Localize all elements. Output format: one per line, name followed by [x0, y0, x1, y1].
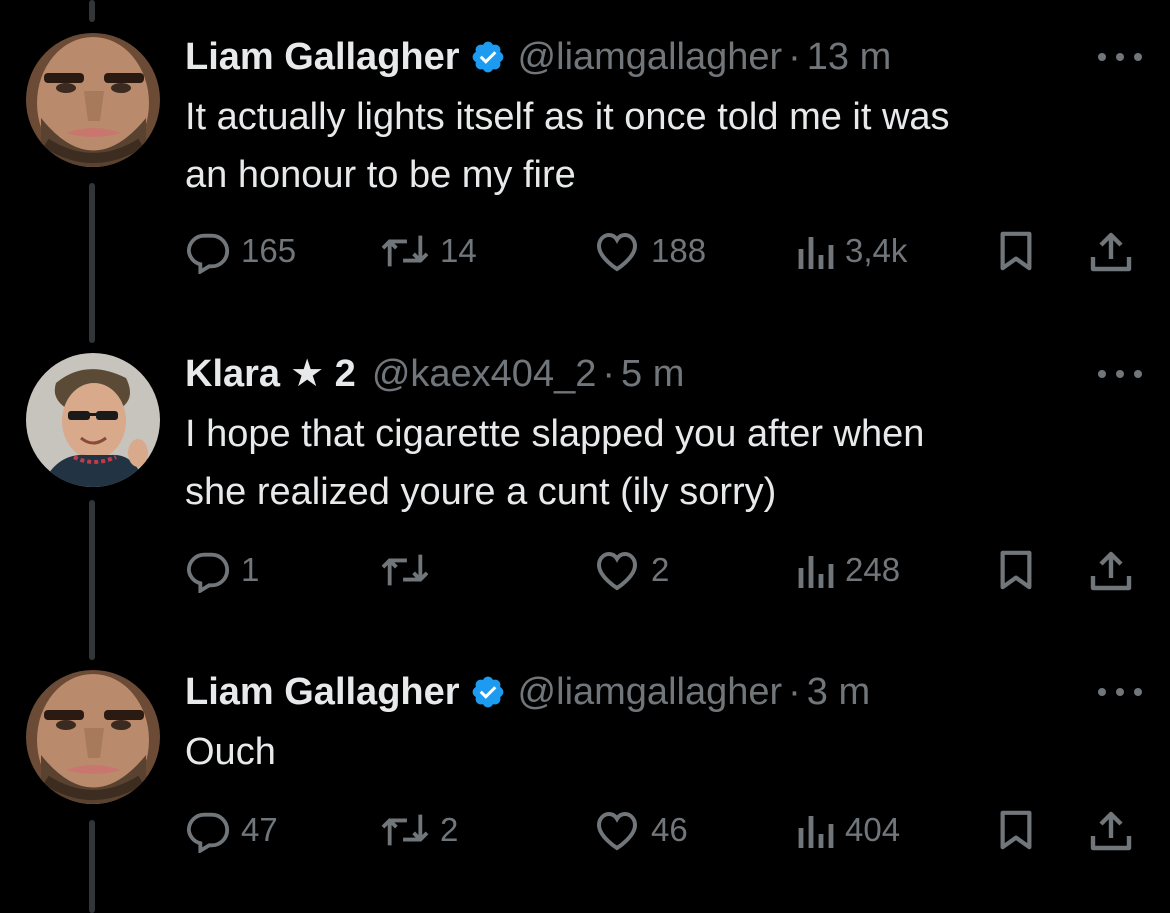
retweet-button[interactable] [380, 548, 440, 592]
timestamp[interactable]: 3 m [807, 670, 870, 714]
tweet-text: It actually lights itself as it once tol… [185, 88, 1135, 204]
more-icon[interactable] [1098, 47, 1142, 67]
tweet[interactable]: Liam Gallagher @liamgallagher · 3 m Ouch… [0, 635, 1170, 913]
display-name[interactable]: Liam Gallagher [185, 670, 460, 714]
retweet-count: 14 [440, 232, 477, 269]
like-button[interactable]: 188 [593, 229, 706, 273]
tweet-header: Liam Gallagher @liamgallagher · 3 m [185, 670, 870, 714]
views-count: 404 [845, 811, 901, 848]
liam-gallagher-avatar-image [26, 670, 160, 804]
tweet-text: I hope that cigarette slapped you after … [185, 405, 1135, 521]
bookmark-button[interactable] [998, 808, 1034, 852]
reply-count: 165 [241, 232, 297, 269]
reply-icon [186, 812, 230, 853]
views-button[interactable]: 404 [795, 808, 900, 852]
more-icon[interactable] [1098, 682, 1142, 702]
separator: · [602, 353, 615, 395]
klara-avatar-image [26, 353, 160, 487]
reply-icon [186, 233, 230, 274]
user-handle[interactable]: @kaex404_2 [372, 352, 597, 396]
reply-button[interactable]: 165 [185, 229, 297, 274]
avatar[interactable] [26, 353, 160, 487]
like-count: 188 [651, 232, 707, 269]
timestamp[interactable]: 5 m [621, 352, 684, 396]
retweet-button[interactable]: 14 [380, 229, 477, 273]
views-icon [798, 816, 834, 848]
share-icon [1090, 811, 1132, 851]
retweet-button[interactable]: 2 [380, 808, 458, 852]
reply-icon [186, 552, 230, 593]
display-name[interactable]: Liam Gallagher [185, 35, 460, 79]
heart-icon [596, 551, 638, 591]
display-name-suffix: ★ 2 [290, 353, 356, 395]
heart-icon [596, 232, 638, 272]
tweet-text: Ouch [185, 723, 1135, 781]
like-count: 2 [651, 551, 670, 588]
reply-button[interactable]: 1 [185, 548, 260, 593]
bookmark-button[interactable] [998, 229, 1034, 273]
tweet-header: Liam Gallagher @liamgallagher · 13 m [185, 35, 891, 79]
views-icon [798, 556, 834, 588]
retweet-icon [381, 814, 429, 846]
share-button[interactable] [1089, 808, 1133, 852]
like-button[interactable]: 46 [593, 808, 688, 852]
bookmark-button[interactable] [998, 548, 1034, 592]
retweet-count: 2 [440, 811, 459, 848]
tweet-text-line: she realized youre a cunt (ily sorry) [185, 471, 777, 513]
bookmark-icon [1000, 810, 1032, 850]
avatar[interactable] [26, 670, 160, 804]
verified-badge-icon [470, 674, 506, 710]
tweet-text-line: It actually lights itself as it once tol… [185, 96, 950, 138]
tweet-actions: 165 14 188 3,4k [185, 229, 1145, 274]
views-button[interactable]: 3,4k [795, 229, 907, 273]
reply-button[interactable]: 47 [185, 808, 278, 853]
avatar[interactable] [26, 33, 160, 167]
separator: · [788, 36, 801, 78]
tweet[interactable]: Klara ★ 2 @kaex404_2 · 5 m I hope that c… [0, 315, 1170, 635]
views-count: 248 [845, 551, 901, 588]
tweet-actions: 47 2 46 404 [185, 808, 1145, 853]
views-button[interactable]: 248 [795, 548, 900, 592]
views-count: 3,4k [845, 232, 908, 269]
retweet-icon [381, 235, 429, 267]
tweet-text-line: an honour to be my fire [185, 154, 576, 196]
like-button[interactable]: 2 [593, 548, 669, 592]
views-icon [798, 237, 834, 269]
tweet-header: Klara ★ 2 @kaex404_2 · 5 m [185, 352, 684, 396]
reply-count: 47 [241, 811, 278, 848]
tweet[interactable]: Liam Gallagher @liamgallagher · 13 m It … [0, 0, 1170, 315]
retweet-icon [381, 554, 429, 586]
tweet-actions: 1 2 248 [185, 548, 1145, 593]
more-icon[interactable] [1098, 364, 1142, 384]
share-button[interactable] [1089, 229, 1133, 273]
share-button[interactable] [1089, 548, 1133, 592]
bookmark-icon [1000, 550, 1032, 590]
liam-gallagher-avatar-image [26, 33, 160, 167]
tweet-text-line: I hope that cigarette slapped you after … [185, 413, 925, 455]
verified-badge-icon [470, 39, 506, 75]
tweet-text-line: Ouch [185, 731, 276, 773]
display-name[interactable]: Klara [185, 352, 280, 396]
like-count: 46 [651, 811, 688, 848]
heart-icon [596, 811, 638, 851]
timestamp[interactable]: 13 m [807, 35, 891, 79]
separator: · [788, 671, 801, 713]
bookmark-icon [1000, 231, 1032, 271]
share-icon [1090, 551, 1132, 591]
user-handle[interactable]: @liamgallagher [518, 35, 783, 79]
share-icon [1090, 232, 1132, 272]
reply-count: 1 [241, 551, 260, 588]
user-handle[interactable]: @liamgallagher [518, 670, 783, 714]
